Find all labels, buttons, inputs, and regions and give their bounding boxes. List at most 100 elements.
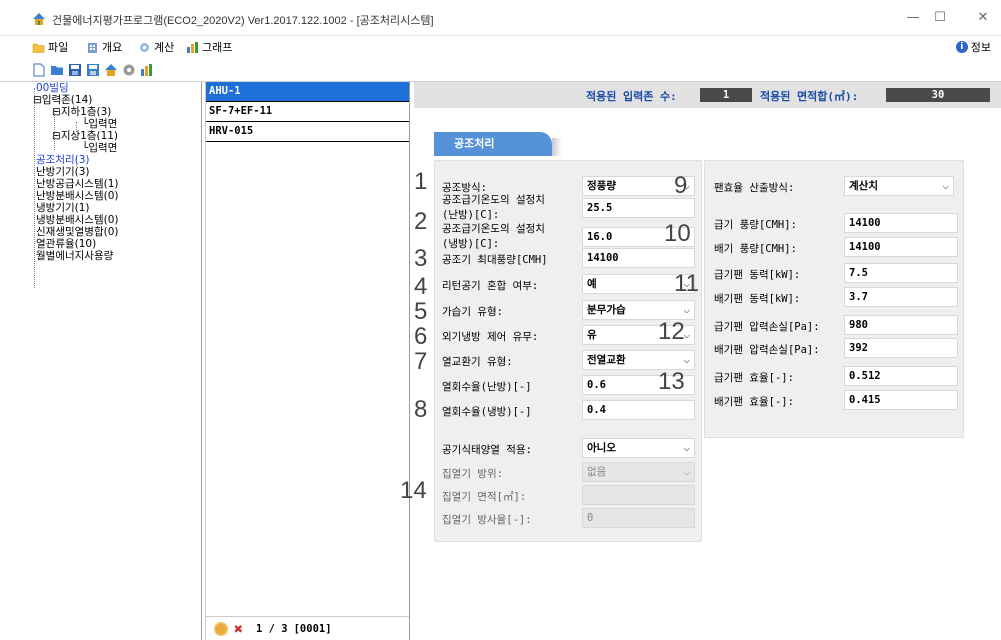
menu-overview[interactable]: 개요 bbox=[86, 39, 122, 55]
tab-shadow bbox=[552, 138, 562, 156]
tree-item-ground-surface[interactable]: └입력면 bbox=[82, 143, 117, 154]
delete-icon[interactable]: ✖ bbox=[234, 621, 250, 636]
tree-item-heating-equipment[interactable]: 난방기기(3) bbox=[36, 167, 90, 178]
tree-item-basement[interactable]: ⊟지하1층(3) bbox=[52, 107, 111, 118]
dropdown-field: 없음 bbox=[582, 462, 695, 482]
field-label: 집열기 방사율[-]: bbox=[442, 514, 532, 526]
home-icon[interactable] bbox=[104, 63, 118, 77]
annotation-number: 3 bbox=[414, 245, 428, 272]
tree-item-building[interactable]: 00빌딩 bbox=[36, 83, 69, 94]
field-label: 배기팬 압력손실[Pa]: bbox=[714, 344, 820, 356]
dropdown-field[interactable]: 분무가습 bbox=[582, 300, 695, 320]
tree-item-basement-label: 지하1층(3) bbox=[60, 106, 112, 118]
text-field[interactable]: 392 bbox=[844, 338, 958, 358]
settings-gear-icon[interactable] bbox=[122, 63, 136, 77]
tree-item-ahu[interactable]: 공조처리(3) bbox=[36, 155, 90, 166]
toolbar bbox=[0, 58, 1001, 82]
annotation-number: 4 bbox=[414, 273, 428, 300]
list-item[interactable]: AHU-1 bbox=[206, 82, 409, 102]
menu-info[interactable]: i 정보 bbox=[955, 39, 991, 55]
chart-icon[interactable] bbox=[140, 63, 154, 77]
annotation-number: 7 bbox=[414, 348, 428, 375]
text-field[interactable]: 14100 bbox=[582, 248, 695, 268]
text-field[interactable]: 0.4 bbox=[582, 400, 695, 420]
info-icon: i bbox=[955, 41, 968, 53]
text-field[interactable]: 14100 bbox=[844, 213, 958, 233]
maximize-button[interactable]: ☐ bbox=[925, 8, 955, 28]
field-label: 공조급기온도의 설정치 (난방)[C]: bbox=[442, 194, 545, 221]
annotation-number: 9 bbox=[674, 172, 688, 199]
text-field[interactable]: 3.7 bbox=[844, 287, 958, 307]
annotation-number: 1 bbox=[414, 168, 428, 195]
text-field[interactable]: 0.512 bbox=[844, 366, 958, 386]
title-bar: 건물에너지평가프로그램(ECO2_2020V2) Ver1.2017.122.1… bbox=[0, 0, 1001, 36]
annotation-number: 8 bbox=[414, 396, 428, 423]
field-label: 배기 풍량[CMH]: bbox=[714, 243, 797, 255]
tree-item-basement-surface[interactable]: └입력면 bbox=[82, 119, 117, 130]
text-field[interactable]: 14100 bbox=[844, 237, 958, 257]
text-field: 0 bbox=[582, 508, 695, 528]
list-item[interactable]: HRV-015 bbox=[206, 122, 409, 142]
field-label: 집열기 면적[㎡]: bbox=[442, 491, 527, 503]
field-label: 배기팬 동력[kW]: bbox=[714, 293, 801, 305]
menu-overview-label: 개요 bbox=[102, 41, 123, 54]
section-tab[interactable]: 공조처리 bbox=[434, 132, 552, 156]
field-label: 공조급기온도의 설정치 (냉방)[C]: bbox=[442, 223, 545, 250]
field-label: 공조기 최대풍량[CMH] bbox=[442, 254, 548, 266]
annotation-number: 14 bbox=[400, 477, 427, 504]
tree-item-monthly-energy[interactable]: 월별에너지사용량 bbox=[36, 251, 113, 262]
menu-bar: 파일 개요 계산 그래프 i 정보 bbox=[0, 36, 1001, 58]
open-folder-icon[interactable] bbox=[50, 63, 64, 77]
field-label: 집열기 방위: bbox=[442, 468, 503, 480]
tree-item-u-value[interactable]: 열관류율(10) bbox=[36, 239, 96, 250]
menu-calc-label: 계산 bbox=[154, 41, 175, 54]
tree-item-heating-distribution[interactable]: 난방분배시스템(0) bbox=[36, 191, 119, 202]
text-field[interactable]: 25.5 bbox=[582, 198, 695, 218]
field-label: 열회수율(냉방)[-] bbox=[442, 406, 532, 418]
area-value: 30 bbox=[886, 88, 990, 102]
text-field[interactable]: 7.5 bbox=[844, 263, 958, 283]
dropdown-field[interactable]: 아니오 bbox=[582, 438, 695, 458]
text-field[interactable]: 0.415 bbox=[844, 390, 958, 410]
tree-item-cooling-equipment[interactable]: 냉방기기(1) bbox=[36, 203, 90, 214]
save-as-icon[interactable] bbox=[86, 63, 100, 77]
app-logo-icon bbox=[33, 13, 45, 25]
tree-item-ground[interactable]: ⊟지상1층(11) bbox=[52, 131, 118, 142]
folder-icon bbox=[32, 43, 45, 53]
dropdown-field[interactable]: 전열교환 bbox=[582, 350, 695, 370]
zones-value: 1 bbox=[700, 88, 752, 102]
field-label: 급기팬 동력[kW]: bbox=[714, 269, 801, 281]
zones-label: 적용된 입력존 수: bbox=[586, 90, 677, 103]
tree-item-zones[interactable]: ⊟입력존(14) bbox=[33, 95, 92, 106]
list-footer: ✖ 1 / 3 [0001] bbox=[206, 616, 409, 640]
summary-bar: 적용된 입력존 수: 1 적용된 면적합(㎡): 30 bbox=[414, 82, 1001, 108]
tree-item-heating-supply[interactable]: 난방공급시스템(1) bbox=[36, 179, 119, 190]
field-label: 급기 풍량[CMH]: bbox=[714, 219, 797, 231]
minimize-button[interactable]: — bbox=[898, 8, 928, 28]
save-icon[interactable] bbox=[68, 63, 82, 77]
tree-item-cooling-distribution[interactable]: 냉방분배시스템(0) bbox=[36, 215, 119, 226]
annotation-number: 10 bbox=[664, 220, 691, 247]
tree-item-renewable[interactable]: 신재생및열병합(0) bbox=[36, 227, 119, 238]
field-label: 외기냉방 제어 유무: bbox=[442, 331, 539, 343]
annotation-number: 13 bbox=[658, 368, 685, 395]
field-label: 리턴공기 혼합 여부: bbox=[442, 280, 539, 292]
text-field[interactable]: 980 bbox=[844, 315, 958, 335]
field-label: 공기식태양열 적용: bbox=[442, 444, 532, 456]
menu-info-label: 정보 bbox=[970, 41, 991, 54]
menu-file[interactable]: 파일 bbox=[32, 39, 68, 55]
field-label: 열교환기 유형: bbox=[442, 356, 513, 368]
tree-item-ground-label: 지상1층(11) bbox=[60, 130, 119, 142]
menu-calc[interactable]: 계산 bbox=[138, 39, 174, 55]
menu-graph[interactable]: 그래프 bbox=[186, 39, 232, 55]
dropdown-field[interactable]: 계산치 bbox=[844, 176, 954, 196]
tree-item-ground-surface-label: 입력면 bbox=[88, 142, 118, 154]
bar-chart-icon bbox=[187, 41, 198, 53]
add-gear-icon[interactable] bbox=[214, 621, 228, 636]
field-label: 배기팬 효율[-]: bbox=[714, 396, 794, 408]
ahu-list-panel: AHU-1 SF-7+EF-11 HRV-015 ✖ 1 / 3 [0001] bbox=[205, 82, 410, 640]
window-title: 건물에너지평가프로그램(ECO2_2020V2) Ver1.2017.122.1… bbox=[52, 15, 434, 27]
list-item[interactable]: SF-7+EF-11 bbox=[206, 102, 409, 122]
new-file-icon[interactable] bbox=[32, 63, 46, 77]
close-button[interactable]: ✕ bbox=[968, 8, 998, 28]
